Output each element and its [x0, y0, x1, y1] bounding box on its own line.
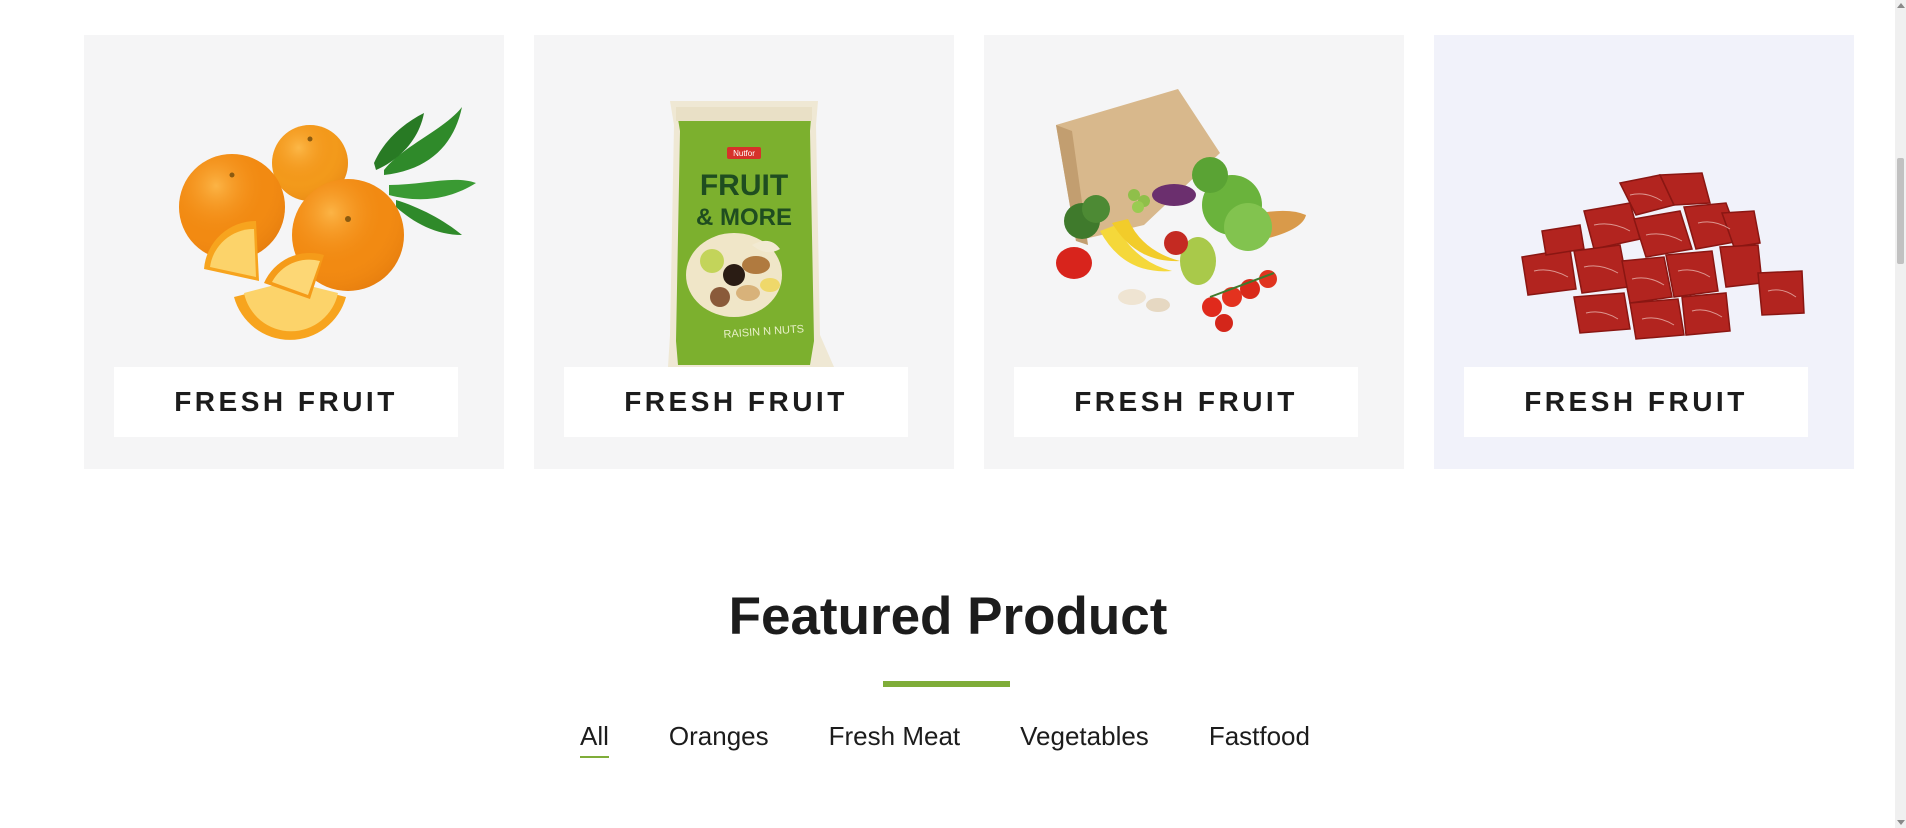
category-card-beef[interactable]: FRESH FRUIT: [1434, 35, 1854, 469]
category-label: FRESH FRUIT: [1074, 386, 1298, 417]
category-card-snack-bag[interactable]: Nutfor FRUIT & MORE RAISIN N NUTS FRESH …: [534, 35, 954, 469]
category-label: FRESH FRUIT: [174, 386, 398, 417]
category-cards: FRESH FRUIT Nutfor FRUIT & MORE RAISIN N…: [84, 35, 1854, 469]
title-underline: [883, 681, 1010, 687]
filter-tab-fresh-meat[interactable]: Fresh Meat: [829, 721, 961, 758]
category-label-button[interactable]: FRESH FRUIT: [564, 367, 908, 437]
snack-title-line1: FRUIT: [700, 169, 788, 202]
filter-tab-oranges[interactable]: Oranges: [669, 721, 769, 758]
scrollbar-thumb[interactable]: [1897, 158, 1904, 264]
category-label-button[interactable]: FRESH FRUIT: [1014, 367, 1358, 437]
product-filter-tabs: All Oranges Fresh Meat Vegetables Fastfo…: [0, 721, 1890, 758]
scroll-up-arrow-icon[interactable]: [1897, 3, 1905, 8]
featured-product-title: Featured Product: [728, 587, 1168, 646]
oranges-image: [84, 35, 504, 367]
scroll-down-arrow-icon[interactable]: [1897, 820, 1905, 825]
category-label: FRESH FRUIT: [624, 386, 848, 417]
grocery-bag-vegetables-image: [984, 35, 1404, 367]
category-label: FRESH FRUIT: [1524, 386, 1748, 417]
category-card-oranges[interactable]: FRESH FRUIT: [84, 35, 504, 469]
filter-tab-fastfood[interactable]: Fastfood: [1209, 721, 1310, 758]
category-label-button[interactable]: FRESH FRUIT: [1464, 367, 1808, 437]
filter-tab-all[interactable]: All: [580, 721, 609, 758]
snack-title-line2: & MORE: [696, 204, 792, 231]
raw-beef-cubes-image: [1434, 35, 1854, 367]
snack-brand: Nutfor: [733, 149, 755, 158]
category-label-button[interactable]: FRESH FRUIT: [114, 367, 458, 437]
category-card-grocery-bag[interactable]: FRESH FRUIT: [984, 35, 1404, 469]
fruit-and-more-bag-image: Nutfor FRUIT & MORE RAISIN N NUTS: [534, 35, 954, 367]
filter-tab-vegetables[interactable]: Vegetables: [1020, 721, 1149, 758]
vertical-scrollbar[interactable]: [1895, 0, 1906, 828]
page: FRESH FRUIT Nutfor FRUIT & MORE RAISIN N…: [0, 0, 1906, 828]
